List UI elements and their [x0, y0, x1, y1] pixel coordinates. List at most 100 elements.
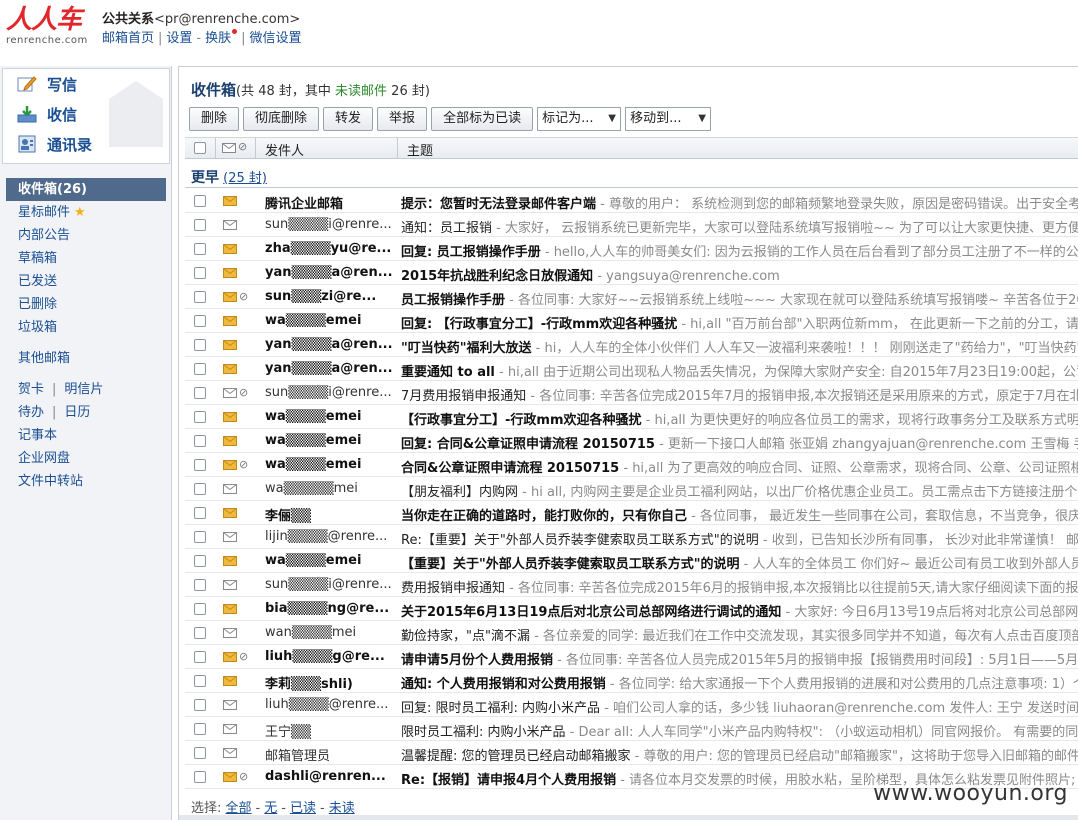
table-row[interactable]: bia▒▒▒▒ng@re... 关于2015年6月13日19点后对北京公司总部网络…	[185, 597, 1078, 621]
table-row[interactable]: ⊘ sun▒▒▒zi@re... 员工报销操作手册 - 各位同事: 大家好~~云报销…	[185, 285, 1078, 309]
folder-other[interactable]: 其他邮箱	[6, 347, 166, 370]
email-sender[interactable]: 邮箱管理员	[265, 745, 397, 764]
email-sender[interactable]: sun▒▒▒▒i@renre...	[265, 217, 397, 232]
email-sender[interactable]: 腾讯企业邮箱	[265, 193, 397, 212]
row-checkbox[interactable]	[194, 651, 206, 663]
select-all-checkbox[interactable]	[194, 142, 206, 154]
subject-column[interactable]: 主题	[407, 140, 433, 159]
folder-starred[interactable]: 星标邮件 ★	[6, 201, 166, 224]
email-subject-cell[interactable]: 2015年抗战胜利纪念日放假通知 - yangsuya@renrenche.co…	[401, 265, 1078, 284]
read-status-column-icon[interactable]	[222, 143, 236, 153]
email-sender[interactable]: yan▒▒▒▒a@ren...	[265, 337, 397, 352]
select-unread-link[interactable]: 未读	[329, 801, 355, 816]
row-checkbox[interactable]	[194, 747, 206, 759]
email-subject-cell[interactable]: 回复: 合同&公章证照申请流程 20150715 - 更新一下接口人邮箱 张亚娟…	[401, 433, 1078, 452]
table-row[interactable]: sun▒▒▒▒i@renre... 通知：员工报销 - 大家好， 云报销系统已更新…	[185, 213, 1078, 237]
folder-sent[interactable]: 已发送	[6, 270, 166, 293]
row-checkbox[interactable]	[194, 459, 206, 471]
email-subject-cell[interactable]: 回复: 员工报销操作手册 - hello,人人车的帅哥美女们: 因为云报销的工作…	[401, 241, 1078, 260]
report-button[interactable]: 举报	[377, 107, 428, 131]
row-checkbox[interactable]	[194, 579, 206, 591]
email-subject-cell[interactable]: 限时员工福利: 内购小米产品 - Dear all: 人人车同学"小米产品内购特…	[401, 721, 1078, 740]
email-subject-cell[interactable]: 合同&公章证照申请流程 20150715 - hi,all 为了更高效的响应合同…	[401, 457, 1078, 476]
row-checkbox[interactable]	[194, 627, 206, 639]
folder-spam[interactable]: 垃圾箱	[6, 316, 166, 339]
email-subject-cell[interactable]: 提示：您暂时无法登录邮件客户端 - 尊敬的用户： 系统检测到您的邮箱频繁地登录失…	[401, 193, 1078, 212]
email-subject-cell[interactable]: 员工报销操作手册 - 各位同事: 大家好~~云报销系统上线啦~~~ 大家现在就可…	[401, 289, 1078, 308]
row-checkbox[interactable]	[194, 243, 206, 255]
email-sender[interactable]: 李俪▒▒	[265, 505, 397, 524]
table-row[interactable]: yan▒▒▒▒a@ren... 重要通知 to all - hi,all 由于近期…	[185, 357, 1078, 381]
link-wechat-settings[interactable]: 微信设置	[250, 31, 302, 46]
table-row[interactable]: liuh▒▒▒▒@renre... 回复: 限时员工福利: 内购小米产品 - 咱们…	[185, 693, 1078, 717]
email-sender[interactable]: dashli@renren...	[265, 769, 397, 784]
email-sender[interactable]: lijin▒▒▒▒@renre...	[265, 529, 397, 544]
row-checkbox[interactable]	[194, 387, 206, 399]
link-settings[interactable]: 设置	[166, 31, 192, 46]
table-row[interactable]: zha▒▒▒▒yu@re... 回复: 员工报销操作手册 - hello,人人车的…	[185, 237, 1078, 261]
mark-as-select[interactable]: 标记为... ▼	[537, 107, 622, 131]
link-mail-home[interactable]: 邮箱首页	[102, 31, 154, 46]
tool-postcard[interactable]: 明信片	[64, 382, 103, 397]
mark-all-read-button[interactable]: 全部标为已读	[431, 107, 534, 131]
row-checkbox[interactable]	[194, 339, 206, 351]
email-sender[interactable]: wa▒▒▒▒emei	[265, 553, 397, 568]
email-subject-cell[interactable]: 请申请5月份个人费用报销 - 各位同事: 辛苦各位人员完成2015年5月的报销申…	[401, 649, 1078, 668]
email-sender[interactable]: wa▒▒▒▒▒mei	[265, 481, 397, 496]
email-subject-cell[interactable]: 【朋友福利】内购网 - hi all, 内购网主要是企业员工福利网站，以出厂价格…	[401, 481, 1078, 500]
tool-card[interactable]: 贺卡	[18, 382, 44, 397]
row-checkbox[interactable]	[194, 219, 206, 231]
table-row[interactable]: 王宁▒▒ 限时员工福利: 内购小米产品 - Dear all: 人人车同学"小米产…	[185, 717, 1078, 741]
link-skin[interactable]: 换肤	[205, 31, 231, 46]
tool-calendar[interactable]: 日历	[64, 405, 90, 420]
row-checkbox[interactable]	[194, 315, 206, 327]
email-subject-cell[interactable]: 通知：员工报销 - 大家好， 云报销系统已更新完毕，大家可以登陆系统填写报销啦~…	[401, 217, 1078, 236]
table-row[interactable]: wa▒▒▒▒emei 【重要】关于"外部人员乔装李健索取员工联系方式"的说明 - …	[185, 549, 1078, 573]
email-subject-cell[interactable]: 温馨提醒: 您的管理员已经启动邮箱搬家 - 尊敬的用户: 您的管理员已经启动"邮…	[401, 745, 1078, 764]
row-checkbox[interactable]	[194, 531, 206, 543]
row-checkbox[interactable]	[194, 195, 206, 207]
email-subject-cell[interactable]: 关于2015年6月13日19点后对北京公司总部网络进行调试的通知 - 大家好: …	[401, 601, 1078, 620]
table-row[interactable]: ⊘ wa▒▒▒▒emei 合同&公章证照申请流程 20150715 - hi,all…	[185, 453, 1078, 477]
select-read-link[interactable]: 已读	[290, 801, 316, 816]
sender-column[interactable]: 发件人	[265, 140, 304, 159]
folder-notice[interactable]: 内部公告	[6, 224, 166, 247]
table-row[interactable]: ⊘ liuh▒▒▒▒g@re... 请申请5月份个人费用报销 - 各位同事: 辛苦各…	[185, 645, 1078, 669]
email-subject-cell[interactable]: Re:【重要】关于"外部人员乔装李健索取员工联系方式"的说明 - 收到，已告知长…	[401, 529, 1078, 548]
row-checkbox[interactable]	[194, 699, 206, 711]
tool-file-transfer[interactable]: 文件中转站	[6, 470, 166, 493]
email-sender[interactable]: zha▒▒▒▒yu@re...	[265, 241, 397, 256]
row-checkbox[interactable]	[194, 675, 206, 687]
forward-button[interactable]: 转发	[323, 107, 374, 131]
table-row[interactable]: yan▒▒▒▒a@ren... 2015年抗战胜利纪念日放假通知 - yangsu…	[185, 261, 1078, 285]
email-subject-cell[interactable]: 回复: 【行政事宜分工】-行政mm欢迎各种骚扰 - hi,all "百万前台部"…	[401, 313, 1078, 332]
group-count-link[interactable]: (25 封)	[223, 171, 267, 186]
email-sender[interactable]: 王宁▒▒	[265, 721, 397, 740]
table-row[interactable]: wa▒▒▒▒emei 回复: 合同&公章证照申请流程 20150715 - 更新一…	[185, 429, 1078, 453]
row-checkbox[interactable]	[194, 771, 206, 783]
row-checkbox[interactable]	[194, 435, 206, 447]
table-row[interactable]: lijin▒▒▒▒@renre... Re:【重要】关于"外部人员乔装李健索取员工…	[185, 525, 1078, 549]
row-checkbox[interactable]	[194, 483, 206, 495]
row-checkbox[interactable]	[194, 291, 206, 303]
row-checkbox[interactable]	[194, 363, 206, 375]
email-subject-cell[interactable]: 重要通知 to all - hi,all 由于近期公司出现私人物品丢失情况，为保…	[401, 361, 1078, 380]
attachment-column-icon[interactable]: ⊘	[238, 140, 247, 153]
email-sender[interactable]: liuh▒▒▒▒g@re...	[265, 649, 397, 664]
email-sender[interactable]: bia▒▒▒▒ng@re...	[265, 601, 397, 616]
table-row[interactable]: wa▒▒▒▒▒mei 【朋友福利】内购网 - hi all, 内购网主要是企业员工…	[185, 477, 1078, 501]
email-sender[interactable]: liuh▒▒▒▒@renre...	[265, 697, 397, 712]
email-subject-cell[interactable]: 7月费用报销申报通知 - 各位同事: 辛苦各位完成2015年7月的报销申报,本次…	[401, 385, 1078, 404]
unread-mail-link[interactable]: 未读邮件	[335, 84, 387, 99]
folder-inbox[interactable]: 收件箱(26)	[6, 178, 166, 201]
email-subject-cell[interactable]: 【行政事宜分工】-行政mm欢迎各种骚扰 - hi,all 为更快更好的响应各位员…	[401, 409, 1078, 428]
email-sender[interactable]: yan▒▒▒▒a@ren...	[265, 361, 397, 376]
row-checkbox[interactable]	[194, 603, 206, 615]
row-checkbox[interactable]	[194, 507, 206, 519]
email-sender[interactable]: sun▒▒▒zi@re...	[265, 289, 397, 304]
table-row[interactable]: wa▒▒▒▒emei 回复: 【行政事宜分工】-行政mm欢迎各种骚扰 - hi,a…	[185, 309, 1078, 333]
email-sender[interactable]: wa▒▒▒▒emei	[265, 457, 397, 472]
email-sender[interactable]: wan▒▒▒▒mei	[265, 625, 397, 640]
email-sender[interactable]: yan▒▒▒▒a@ren...	[265, 265, 397, 280]
table-row[interactable]: yan▒▒▒▒a@ren... "叮当快药"福利大放送 - hi，人人车的全体小伙…	[185, 333, 1078, 357]
